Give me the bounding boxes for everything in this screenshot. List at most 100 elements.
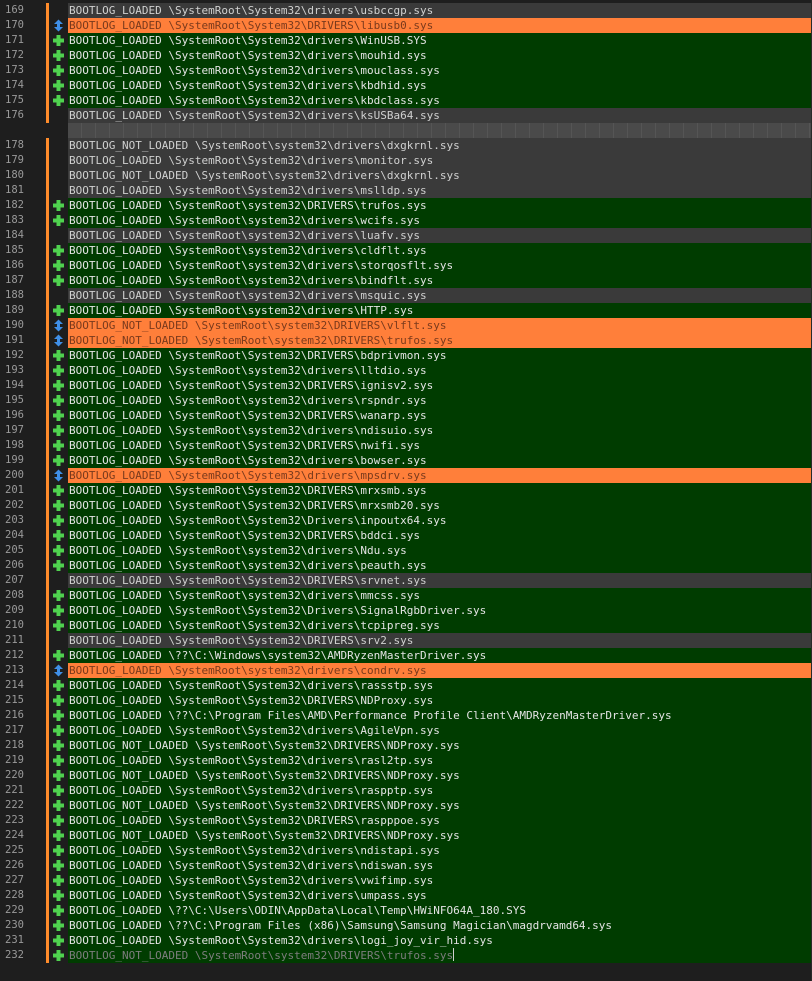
diff-line[interactable]: 225 BOOTLOG_LOADED \SystemRoot\System32\d… (0, 843, 812, 858)
change-bar (46, 768, 49, 783)
diff-line[interactable]: 172 BOOTLOG_LOADED \SystemRoot\System32\d… (0, 48, 812, 63)
diff-line[interactable]: 213 BOOTLOG_LOADED \SystemRoot\system32\d… (0, 663, 812, 678)
diff-line[interactable]: 228 BOOTLOG_LOADED \SystemRoot\System32\d… (0, 888, 812, 903)
change-bar (46, 618, 49, 633)
line-number: 214 (5, 679, 24, 691)
diff-line[interactable]: 196 BOOTLOG_LOADED \SystemRoot\System32\D… (0, 408, 812, 423)
diff-line[interactable]: 169 BOOTLOG_LOADED \SystemRoot\System32\d… (0, 3, 812, 18)
line-text: BOOTLOG_LOADED \SystemRoot\System32\driv… (68, 468, 812, 483)
change-bar (46, 258, 49, 273)
plus-icon (53, 95, 64, 106)
diff-line[interactable]: 174 BOOTLOG_LOADED \SystemRoot\System32\d… (0, 78, 812, 93)
diff-line[interactable]: 189 BOOTLOG_LOADED \SystemRoot\system32\d… (0, 303, 812, 318)
diff-view[interactable]: 169 BOOTLOG_LOADED \SystemRoot\System32\d… (0, 0, 812, 981)
line-text: BOOTLOG_LOADED \SystemRoot\System32\driv… (68, 753, 812, 768)
diff-line[interactable]: 192 BOOTLOG_LOADED \SystemRoot\System32\D… (0, 348, 812, 363)
change-bar (46, 858, 49, 873)
plus-icon (53, 260, 64, 271)
diff-line[interactable]: 180 BOOTLOG_NOT_LOADED \SystemRoot\system… (0, 168, 812, 183)
diff-line[interactable]: 208 BOOTLOG_LOADED \SystemRoot\system32\d… (0, 588, 812, 603)
diff-line[interactable]: 170 BOOTLOG_LOADED \SystemRoot\System32\D… (0, 18, 812, 33)
diff-line[interactable]: 229 BOOTLOG_LOADED \??\C:\Users\ODIN\AppD… (0, 903, 812, 918)
plus-icon (53, 785, 64, 796)
change-bar (46, 828, 49, 843)
line-number: 206 (5, 559, 24, 571)
change-bar (46, 648, 49, 663)
line-number: 226 (5, 859, 24, 871)
change-bar (46, 633, 49, 648)
diff-line[interactable]: 217 BOOTLOG_LOADED \SystemRoot\System32\d… (0, 723, 812, 738)
change-bar (46, 408, 49, 423)
change-bar (46, 228, 49, 243)
line-number: 195 (5, 394, 24, 406)
diff-line[interactable]: 195 BOOTLOG_LOADED \SystemRoot\system32\d… (0, 393, 812, 408)
diff-line[interactable]: 190 BOOTLOG_NOT_LOADED \SystemRoot\system… (0, 318, 812, 333)
change-bar (46, 498, 49, 513)
change-bar (46, 93, 49, 108)
diff-line[interactable]: 182 BOOTLOG_LOADED \SystemRoot\system32\D… (0, 198, 812, 213)
diff-line[interactable]: 201 BOOTLOG_LOADED \SystemRoot\System32\D… (0, 483, 812, 498)
diff-line[interactable]: 205 BOOTLOG_LOADED \SystemRoot\system32\d… (0, 543, 812, 558)
diff-line[interactable]: 221 BOOTLOG_LOADED \SystemRoot\System32\d… (0, 783, 812, 798)
line-text: BOOTLOG_LOADED \??\C:\Program Files (x86… (68, 918, 812, 933)
diff-line[interactable]: 193 BOOTLOG_LOADED \SystemRoot\system32\d… (0, 363, 812, 378)
diff-line[interactable]: 185 BOOTLOG_LOADED \SystemRoot\system32\d… (0, 243, 812, 258)
plus-icon (53, 485, 64, 496)
up-down-arrow-icon (54, 469, 63, 482)
diff-line[interactable]: 183 BOOTLOG_LOADED \SystemRoot\system32\d… (0, 213, 812, 228)
diff-line[interactable]: 184 BOOTLOG_LOADED \SystemRoot\system32\d… (0, 228, 812, 243)
diff-line[interactable]: 186 BOOTLOG_LOADED \SystemRoot\system32\d… (0, 258, 812, 273)
line-text: BOOTLOG_LOADED \SystemRoot\system32\DRIV… (68, 198, 812, 213)
diff-line[interactable]: 227 BOOTLOG_LOADED \SystemRoot\System32\d… (0, 873, 812, 888)
diff-line[interactable]: 231 BOOTLOG_LOADED \SystemRoot\System32\d… (0, 933, 812, 948)
plus-icon (53, 365, 64, 376)
diff-line[interactable]: 232 BOOTLOG_NOT_LOADED \SystemRoot\system… (0, 948, 812, 963)
diff-line[interactable]: 200 BOOTLOG_LOADED \SystemRoot\System32\d… (0, 468, 812, 483)
diff-line[interactable]: 194 BOOTLOG_LOADED \SystemRoot\System32\D… (0, 378, 812, 393)
line-text: BOOTLOG_LOADED \??\C:\Windows\system32\A… (68, 648, 812, 663)
line-text: BOOTLOG_LOADED \SystemRoot\System32\DRIV… (68, 573, 812, 588)
change-bar (46, 738, 49, 753)
diff-line[interactable]: 181 BOOTLOG_LOADED \SystemRoot\System32\d… (0, 183, 812, 198)
diff-line[interactable]: 187 BOOTLOG_LOADED \SystemRoot\system32\d… (0, 273, 812, 288)
diff-line[interactable]: 226 BOOTLOG_LOADED \SystemRoot\System32\d… (0, 858, 812, 873)
diff-line[interactable]: 176 BOOTLOG_LOADED \SystemRoot\System32\d… (0, 108, 812, 123)
diff-line[interactable]: 179 BOOTLOG_LOADED \SystemRoot\System32\d… (0, 153, 812, 168)
diff-line[interactable]: 206 BOOTLOG_LOADED \SystemRoot\system32\d… (0, 558, 812, 573)
diff-line[interactable]: 173 BOOTLOG_LOADED \SystemRoot\System32\d… (0, 63, 812, 78)
diff-line[interactable]: 207 BOOTLOG_LOADED \SystemRoot\System32\D… (0, 573, 812, 588)
plus-icon (53, 740, 64, 751)
diff-line[interactable] (0, 123, 812, 138)
diff-line[interactable]: 188 BOOTLOG_LOADED \SystemRoot\system32\d… (0, 288, 812, 303)
line-number: 183 (5, 214, 24, 226)
diff-line[interactable]: 211 BOOTLOG_LOADED \SystemRoot\System32\D… (0, 633, 812, 648)
diff-line[interactable]: 224 BOOTLOG_NOT_LOADED \SystemRoot\System… (0, 828, 812, 843)
diff-line[interactable]: 212 BOOTLOG_LOADED \??\C:\Windows\system3… (0, 648, 812, 663)
change-bar (46, 603, 49, 618)
change-bar (46, 423, 49, 438)
diff-line[interactable]: 203 BOOTLOG_LOADED \SystemRoot\System32\D… (0, 513, 812, 528)
diff-line[interactable]: 175 BOOTLOG_LOADED \SystemRoot\System32\d… (0, 93, 812, 108)
diff-line[interactable]: 230 BOOTLOG_LOADED \??\C:\Program Files (… (0, 918, 812, 933)
line-number: 197 (5, 424, 24, 436)
diff-line[interactable]: 199 BOOTLOG_LOADED \SystemRoot\System32\d… (0, 453, 812, 468)
diff-line[interactable]: 204 BOOTLOG_LOADED \SystemRoot\System32\D… (0, 528, 812, 543)
diff-line[interactable]: 220 BOOTLOG_NOT_LOADED \SystemRoot\System… (0, 768, 812, 783)
diff-line[interactable]: 210 BOOTLOG_LOADED \SystemRoot\System32\d… (0, 618, 812, 633)
diff-line[interactable]: 191 BOOTLOG_NOT_LOADED \SystemRoot\system… (0, 333, 812, 348)
diff-line[interactable]: 202 BOOTLOG_LOADED \SystemRoot\System32\D… (0, 498, 812, 513)
plus-icon (53, 905, 64, 916)
diff-line[interactable]: 218 BOOTLOG_NOT_LOADED \SystemRoot\System… (0, 738, 812, 753)
diff-line[interactable]: 219 BOOTLOG_LOADED \SystemRoot\System32\d… (0, 753, 812, 768)
diff-line[interactable]: 222 BOOTLOG_NOT_LOADED \SystemRoot\System… (0, 798, 812, 813)
diff-line[interactable]: 216 BOOTLOG_LOADED \??\C:\Program Files\A… (0, 708, 812, 723)
plus-icon (53, 425, 64, 436)
diff-line[interactable]: 209 BOOTLOG_LOADED \SystemRoot\System32\D… (0, 603, 812, 618)
diff-line[interactable]: 198 BOOTLOG_LOADED \SystemRoot\System32\D… (0, 438, 812, 453)
diff-line[interactable]: 197 BOOTLOG_LOADED \SystemRoot\system32\d… (0, 423, 812, 438)
diff-line[interactable]: 223 BOOTLOG_LOADED \SystemRoot\System32\D… (0, 813, 812, 828)
diff-line[interactable]: 171 BOOTLOG_LOADED \SystemRoot\System32\d… (0, 33, 812, 48)
diff-line[interactable]: 214 BOOTLOG_LOADED \SystemRoot\System32\d… (0, 678, 812, 693)
diff-line[interactable]: 178 BOOTLOG_NOT_LOADED \SystemRoot\system… (0, 138, 812, 153)
diff-line[interactable]: 215 BOOTLOG_LOADED \SystemRoot\System32\D… (0, 693, 812, 708)
